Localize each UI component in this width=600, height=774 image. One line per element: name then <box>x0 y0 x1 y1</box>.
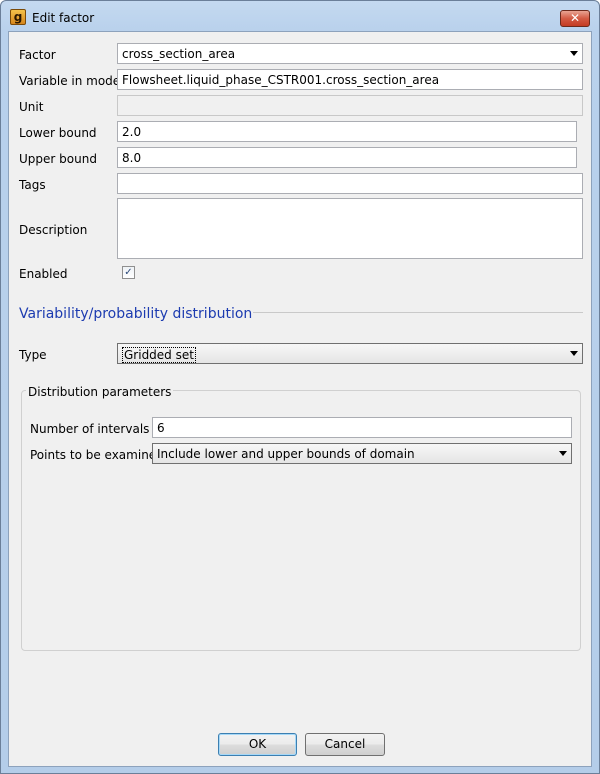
description-label: Description <box>19 223 88 237</box>
lower-bound-input[interactable]: 2.0 <box>117 121 577 142</box>
unit-input <box>117 95 583 116</box>
variable-input[interactable]: Flowsheet.liquid_phase_CSTR001.cross_sec… <box>117 69 583 90</box>
chevron-down-icon <box>570 51 578 56</box>
variable-label: Variable in model <box>19 74 124 88</box>
check-icon: ✓ <box>124 267 133 278</box>
tags-label: Tags <box>19 178 46 192</box>
tags-input[interactable] <box>117 173 583 194</box>
unit-label: Unit <box>19 100 44 114</box>
points-select[interactable]: Include lower and upper bounds of domain <box>152 443 572 464</box>
enabled-checkbox[interactable]: ✓ <box>122 266 135 279</box>
upper-bound-input[interactable]: 8.0 <box>117 147 577 168</box>
app-icon: g <box>10 9 26 25</box>
intervals-label: Number of intervals <box>30 422 150 436</box>
points-label: Points to be examined <box>30 448 164 462</box>
type-value: Gridded set <box>122 347 196 363</box>
window-title: Edit factor <box>32 11 95 25</box>
factor-label: Factor <box>19 48 56 62</box>
factor-select[interactable]: cross_section_area <box>117 43 583 64</box>
enabled-label: Enabled <box>19 267 68 281</box>
upper-bound-label: Upper bound <box>19 152 97 166</box>
points-value: Include lower and upper bounds of domain <box>157 447 415 461</box>
cancel-button[interactable]: Cancel <box>305 733 385 756</box>
type-select[interactable]: Gridded set <box>117 343 583 364</box>
dialog-body: Factor cross_section_area Variable in mo… <box>8 31 592 767</box>
chevron-down-icon <box>570 351 578 356</box>
chevron-down-icon <box>559 451 567 456</box>
description-textarea[interactable] <box>117 198 583 259</box>
distribution-section-title: Variability/probability distribution <box>19 306 253 322</box>
lower-bound-label: Lower bound <box>19 126 97 140</box>
edit-factor-dialog: g Edit factor ✕ Factor cross_section_are… <box>0 0 600 774</box>
ok-button[interactable]: OK <box>218 733 297 756</box>
section-divider <box>253 312 583 313</box>
factor-value: cross_section_area <box>122 47 236 61</box>
title-bar[interactable]: g Edit factor ✕ <box>1 1 599 31</box>
close-button[interactable]: ✕ <box>560 10 590 27</box>
intervals-input[interactable]: 6 <box>152 417 572 438</box>
group-title: Distribution parameters <box>26 385 174 399</box>
type-label: Type <box>19 348 47 362</box>
